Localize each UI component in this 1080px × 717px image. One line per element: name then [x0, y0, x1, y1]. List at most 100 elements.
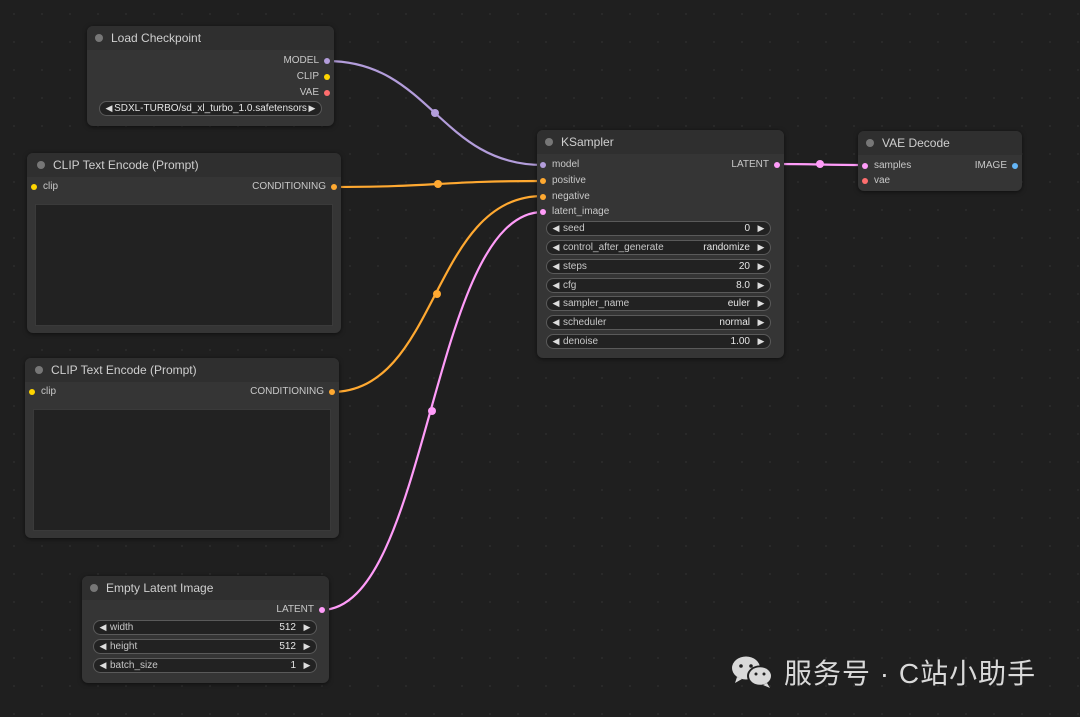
arrow-left-icon[interactable]: ◀	[98, 622, 108, 633]
ckpt-name-combo[interactable]: ◀ SDXL-TURBO/sd_xl_turbo_1.0.safetensors…	[99, 101, 322, 116]
slot-dot-icon[interactable]	[324, 74, 330, 80]
input-label: clip	[43, 181, 59, 192]
node-title-bar[interactable]: Load Checkpoint	[87, 26, 334, 50]
node-title-bar[interactable]: CLIP Text Encode (Prompt)	[27, 153, 341, 177]
sampler-name-widget[interactable]: ◀ sampler_name euler ▶	[546, 296, 771, 311]
node-title: CLIP Text Encode (Prompt)	[51, 363, 197, 377]
arrow-right-icon[interactable]: ▶	[756, 336, 766, 347]
node-ksampler[interactable]: KSampler model positive negative latent_…	[537, 130, 784, 358]
prompt-textarea[interactable]	[33, 409, 331, 531]
slot-dot-icon[interactable]	[774, 162, 780, 168]
arrow-left-icon[interactable]: ◀	[551, 336, 561, 347]
output-image[interactable]: IMAGE	[975, 159, 1018, 173]
control-after-generate-widget[interactable]: ◀ control_after_generate randomize ▶	[546, 240, 771, 255]
arrow-left-icon[interactable]: ◀	[551, 298, 561, 309]
collapse-dot-icon[interactable]	[35, 366, 43, 374]
arrow-left-icon[interactable]: ◀	[551, 242, 561, 253]
slot-dot-icon[interactable]	[540, 162, 546, 168]
slot-dot-icon[interactable]	[329, 389, 335, 395]
arrow-left-icon[interactable]: ◀	[98, 660, 108, 671]
link-model	[326, 59, 544, 167]
width-widget[interactable]: ◀ width 512 ▶	[93, 620, 317, 635]
arrow-left-icon[interactable]: ◀	[104, 103, 114, 114]
slot-dot-icon[interactable]	[331, 184, 337, 190]
slot-dot-icon[interactable]	[324, 90, 330, 96]
input-model[interactable]: model	[540, 158, 579, 172]
input-vae[interactable]: vae	[862, 174, 890, 188]
node-title-bar[interactable]: VAE Decode	[858, 131, 1022, 155]
output-label: CLIP	[296, 71, 319, 82]
slot-dot-icon[interactable]	[540, 209, 546, 215]
slot-dot-icon[interactable]	[324, 58, 330, 64]
seed-widget[interactable]: ◀ seed 0 ▶	[546, 221, 771, 236]
arrow-left-icon[interactable]: ◀	[551, 223, 561, 234]
collapse-dot-icon[interactable]	[90, 584, 98, 592]
slot-dot-icon[interactable]	[862, 178, 868, 184]
widget-value: 512	[279, 641, 296, 652]
link-model-midpoint	[431, 109, 439, 117]
steps-widget[interactable]: ◀ steps 20 ▶	[546, 259, 771, 274]
node-title-bar[interactable]: Empty Latent Image	[82, 576, 329, 600]
batch-size-widget[interactable]: ◀ batch_size 1 ▶	[93, 658, 317, 673]
arrow-left-icon[interactable]: ◀	[551, 280, 561, 291]
arrow-left-icon[interactable]: ◀	[551, 317, 561, 328]
cfg-widget[interactable]: ◀ cfg 8.0 ▶	[546, 278, 771, 293]
output-latent[interactable]: LATENT	[731, 158, 780, 172]
scheduler-widget[interactable]: ◀ scheduler normal ▶	[546, 315, 771, 330]
prompt-textarea[interactable]	[35, 204, 333, 326]
node-load-checkpoint[interactable]: Load Checkpoint MODEL CLIP VAE ◀ SDXL-TU…	[87, 26, 334, 126]
output-label: CONDITIONING	[250, 386, 324, 397]
slot-dot-icon[interactable]	[1012, 163, 1018, 169]
output-latent[interactable]: LATENT	[276, 603, 325, 617]
arrow-right-icon[interactable]: ▶	[302, 641, 312, 652]
arrow-right-icon[interactable]: ▶	[756, 261, 766, 272]
node-vae-decode[interactable]: VAE Decode samples vae IMAGE	[858, 131, 1022, 191]
slot-dot-icon[interactable]	[540, 178, 546, 184]
collapse-dot-icon[interactable]	[545, 138, 553, 146]
arrow-left-icon[interactable]: ◀	[551, 261, 561, 272]
denoise-widget[interactable]: ◀ denoise 1.00 ▶	[546, 334, 771, 349]
output-conditioning[interactable]: CONDITIONING	[250, 385, 335, 399]
node-canvas[interactable]: Load Checkpoint MODEL CLIP VAE ◀ SDXL-TU…	[0, 0, 1080, 717]
collapse-dot-icon[interactable]	[95, 34, 103, 42]
input-label: model	[552, 159, 580, 170]
input-negative[interactable]: negative	[540, 190, 590, 204]
arrow-right-icon[interactable]: ▶	[307, 103, 317, 114]
slot-dot-icon[interactable]	[31, 184, 37, 190]
input-label: positive	[552, 175, 586, 186]
node-clip-text-encode-negative[interactable]: CLIP Text Encode (Prompt) clip CONDITION…	[25, 358, 339, 538]
slot-dot-icon[interactable]	[540, 194, 546, 200]
input-latent-image[interactable]: latent_image	[540, 205, 609, 219]
arrow-right-icon[interactable]: ▶	[302, 660, 312, 671]
node-empty-latent-image[interactable]: Empty Latent Image LATENT ◀ width 512 ▶ …	[82, 576, 329, 683]
widget-value: 0	[744, 223, 750, 234]
arrow-left-icon[interactable]: ◀	[98, 641, 108, 652]
input-clip[interactable]: clip	[29, 385, 56, 399]
arrow-right-icon[interactable]: ▶	[756, 317, 766, 328]
link-samples-midpoint	[816, 160, 824, 168]
slot-dot-icon[interactable]	[862, 163, 868, 169]
input-samples[interactable]: samples	[862, 159, 911, 173]
height-widget[interactable]: ◀ height 512 ▶	[93, 639, 317, 654]
watermark-text: 服务号 · C站小助手	[784, 658, 1037, 689]
input-label: negative	[552, 191, 590, 202]
slot-dot-icon[interactable]	[29, 389, 35, 395]
collapse-dot-icon[interactable]	[37, 161, 45, 169]
output-clip[interactable]: CLIP	[297, 70, 330, 84]
output-model[interactable]: MODEL	[283, 54, 330, 68]
node-title-bar[interactable]: CLIP Text Encode (Prompt)	[25, 358, 339, 382]
arrow-right-icon[interactable]: ▶	[756, 223, 766, 234]
arrow-right-icon[interactable]: ▶	[756, 298, 766, 309]
node-clip-text-encode-positive[interactable]: CLIP Text Encode (Prompt) clip CONDITION…	[27, 153, 341, 333]
slot-dot-icon[interactable]	[319, 607, 325, 613]
node-title-bar[interactable]: KSampler	[537, 130, 784, 154]
output-conditioning[interactable]: CONDITIONING	[252, 180, 337, 194]
collapse-dot-icon[interactable]	[866, 139, 874, 147]
output-vae[interactable]: VAE	[300, 86, 330, 100]
arrow-right-icon[interactable]: ▶	[756, 242, 766, 253]
input-label: clip	[41, 386, 57, 397]
input-positive[interactable]: positive	[540, 174, 586, 188]
arrow-right-icon[interactable]: ▶	[756, 280, 766, 291]
input-clip[interactable]: clip	[31, 180, 58, 194]
arrow-right-icon[interactable]: ▶	[302, 622, 312, 633]
